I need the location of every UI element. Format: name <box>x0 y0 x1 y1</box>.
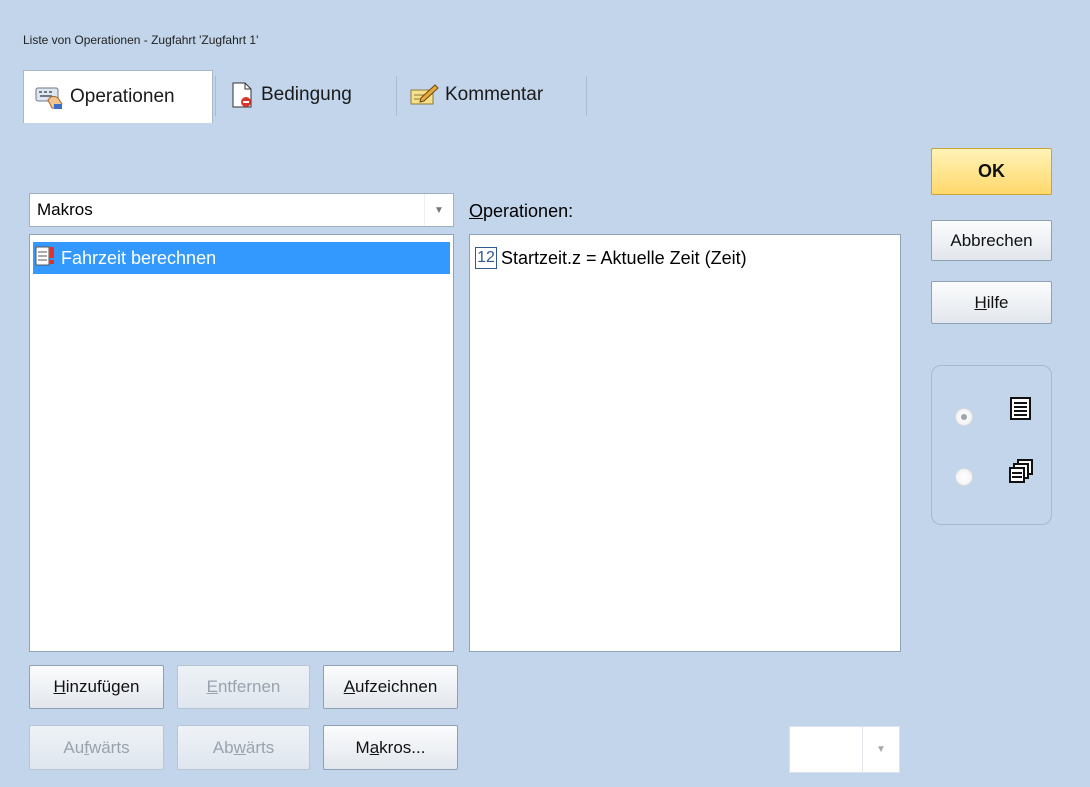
move-up-button[interactable]: Au f wärts <box>29 725 164 770</box>
operation-text: Startzeit.z = Aktuelle Zeit (Zeit) <box>501 247 747 268</box>
macro-script-icon <box>35 244 57 273</box>
tab-separator <box>215 76 216 116</box>
add-button[interactable]: Hinzufügen <box>29 665 164 709</box>
tab-separator <box>396 76 397 116</box>
tab-label: Operationen <box>70 86 175 107</box>
move-down-button[interactable]: Ab w ärts <box>177 725 310 770</box>
small-select[interactable]: ▼ <box>789 726 900 773</box>
chevron-down-icon[interactable]: ▼ <box>424 194 453 226</box>
tab-bedingung[interactable]: Bedingung <box>219 70 395 120</box>
macro-list[interactable]: Fahrzeit berechnen <box>29 234 454 652</box>
remove-button[interactable]: Entfernen <box>177 665 310 709</box>
view-cascade-radio[interactable] <box>955 468 973 486</box>
view-mode-group <box>931 365 1052 525</box>
chevron-down-icon[interactable]: ▼ <box>862 727 899 772</box>
help-button[interactable]: Hilfe <box>931 281 1052 324</box>
ok-button[interactable]: OK <box>931 148 1052 195</box>
operations-list[interactable]: 12 Startzeit.z = Aktuelle Zeit (Zeit) <box>469 234 901 652</box>
tab-label: Kommentar <box>445 84 544 105</box>
operations-label: Operationen: <box>469 201 574 221</box>
list-view-icon <box>1009 396 1033 427</box>
tab-operationen[interactable]: Operationen <box>23 70 213 123</box>
macros-button[interactable]: Ma kros... <box>323 725 458 770</box>
cascade-view-icon <box>1009 458 1035 491</box>
cancel-button[interactable]: Abbrechen <box>931 220 1052 261</box>
macro-category-value: Makros <box>37 200 93 219</box>
view-list-radio[interactable] <box>955 408 973 426</box>
keyboard-hand-icon <box>34 84 64 110</box>
tab-separator <box>586 76 587 116</box>
numeric-value-icon: 12 <box>475 247 497 269</box>
list-item[interactable]: 12 Startzeit.z = Aktuelle Zeit (Zeit) <box>473 242 897 274</box>
macro-category-select[interactable]: Makros ▼ <box>29 193 454 227</box>
list-item[interactable]: Fahrzeit berechnen <box>33 242 450 274</box>
tab-kommentar[interactable]: Kommentar <box>399 70 585 120</box>
tab-label: Bedingung <box>261 84 352 105</box>
macro-name: Fahrzeit berechnen <box>61 247 217 268</box>
record-button[interactable]: Aufzeichnen <box>323 665 458 709</box>
pencil-note-icon <box>409 82 439 108</box>
document-condition-icon <box>229 81 255 109</box>
window-title: Liste von Operationen - Zugfahrt 'Zugfah… <box>23 33 259 47</box>
